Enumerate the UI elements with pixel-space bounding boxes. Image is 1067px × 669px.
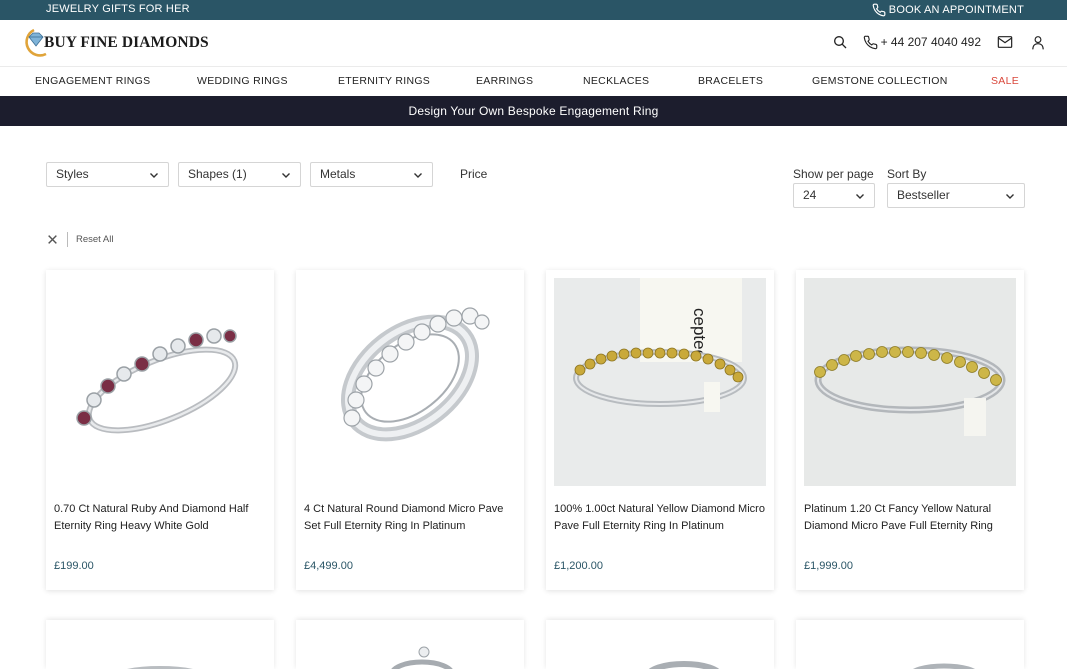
logo[interactable]: BUY FINE DIAMONDS	[20, 27, 209, 59]
product-card[interactable]: Platinum 1.20 Ct Fancy Yellow Natural Di…	[796, 270, 1024, 590]
nav-eternity-rings[interactable]: ETERNITY RINGS	[338, 75, 430, 87]
book-appointment-link[interactable]: BOOK AN APPOINTMENT	[872, 3, 1024, 17]
shapes-filter-label: Shapes (1)	[188, 167, 247, 181]
product-card[interactable]	[546, 620, 774, 669]
book-appointment-label: BOOK AN APPOINTMENT	[888, 4, 1024, 16]
product-image[interactable]	[804, 278, 1016, 486]
product-name[interactable]: 100% 1.00ct Natural Yellow Diamond Micro…	[554, 501, 768, 534]
close-icon[interactable]	[47, 234, 58, 245]
price-filter[interactable]: Price	[460, 167, 487, 181]
search-icon[interactable]	[832, 34, 848, 50]
product-image[interactable]	[304, 278, 516, 486]
product-card[interactable]	[796, 620, 1024, 669]
sort-select[interactable]: Bestseller	[887, 183, 1025, 208]
phone-icon	[872, 3, 886, 17]
sort-label: Sort By	[887, 167, 927, 181]
header-actions: + 44 207 4040 492	[832, 34, 1045, 50]
sort-value: Bestseller	[897, 188, 950, 202]
product-image[interactable]	[54, 278, 266, 486]
nav-sale[interactable]: SALE	[991, 75, 1019, 87]
product-name[interactable]: 0.70 Ct Natural Ruby And Diamond Half Et…	[54, 501, 268, 534]
account-icon[interactable]	[1031, 35, 1045, 50]
product-image[interactable]	[554, 628, 766, 669]
top-bar: JEWELRY GIFTS FOR HER BOOK AN APPOINTMEN…	[0, 0, 1067, 20]
product-price: £4,499.00	[304, 560, 353, 572]
product-image[interactable]	[304, 628, 516, 669]
mail-icon[interactable]	[997, 35, 1013, 49]
product-card[interactable]	[46, 620, 274, 669]
product-name[interactable]: Platinum 1.20 Ct Fancy Yellow Natural Di…	[804, 501, 1018, 534]
reset-all-link[interactable]: Reset All	[76, 234, 114, 245]
nav-engagement-rings[interactable]: ENGAGEMENT RINGS	[35, 75, 150, 87]
per-page-select[interactable]: 24	[793, 183, 875, 208]
chevron-down-icon	[1006, 194, 1014, 199]
product-image[interactable]	[804, 628, 1016, 669]
chevron-down-icon	[150, 173, 158, 178]
metals-filter-label: Metals	[320, 167, 356, 181]
nav-bracelets[interactable]: BRACELETS	[698, 75, 763, 87]
product-image[interactable]: cepted	[554, 278, 766, 486]
product-price: £199.00	[54, 560, 94, 572]
shapes-filter[interactable]: Shapes (1)	[178, 162, 301, 187]
product-card[interactable]	[296, 620, 524, 669]
logo-text: BUY FINE DIAMONDS	[44, 34, 209, 51]
divider	[67, 232, 68, 247]
product-price: £1,200.00	[554, 560, 603, 572]
phone-number: + 44 207 4040 492	[880, 35, 981, 49]
metals-filter[interactable]: Metals	[310, 162, 433, 187]
per-page-value: 24	[803, 188, 817, 202]
jewelry-gifts-link[interactable]: JEWELRY GIFTS FOR HER	[46, 3, 190, 15]
phone-icon	[863, 35, 877, 49]
reset-filters[interactable]: Reset All	[47, 232, 114, 247]
chevron-down-icon	[414, 173, 422, 178]
site-header: BUY FINE DIAMONDS + 44 207 4040 492	[0, 20, 1067, 67]
nav-earrings[interactable]: EARRINGS	[476, 75, 533, 87]
main-nav: ENGAGEMENT RINGS WEDDING RINGS ETERNITY …	[0, 67, 1067, 96]
product-card[interactable]: 4 Ct Natural Round Diamond Micro Pave Se…	[296, 270, 524, 590]
nav-wedding-rings[interactable]: WEDDING RINGS	[197, 75, 288, 87]
styles-filter[interactable]: Styles	[46, 162, 169, 187]
nav-gemstone-collection[interactable]: GEMSTONE COLLECTION	[812, 75, 948, 87]
phone-link[interactable]: + 44 207 4040 492	[863, 35, 981, 50]
banner-text: Design Your Own Bespoke Engagement Ring	[408, 104, 659, 118]
styles-filter-label: Styles	[56, 167, 89, 181]
bespoke-banner[interactable]: Design Your Own Bespoke Engagement Ring	[0, 96, 1067, 126]
product-card[interactable]: cepted 100% 1.00ct Natural Yellow Diamon…	[546, 270, 774, 590]
chevron-down-icon	[282, 173, 290, 178]
product-image[interactable]	[54, 628, 266, 669]
product-price: £1,999.00	[804, 560, 853, 572]
product-name[interactable]: 4 Ct Natural Round Diamond Micro Pave Se…	[304, 501, 518, 534]
nav-necklaces[interactable]: NECKLACES	[583, 75, 649, 87]
product-card[interactable]: 0.70 Ct Natural Ruby And Diamond Half Et…	[46, 270, 274, 590]
per-page-label: Show per page	[793, 167, 874, 181]
chevron-down-icon	[856, 194, 864, 199]
